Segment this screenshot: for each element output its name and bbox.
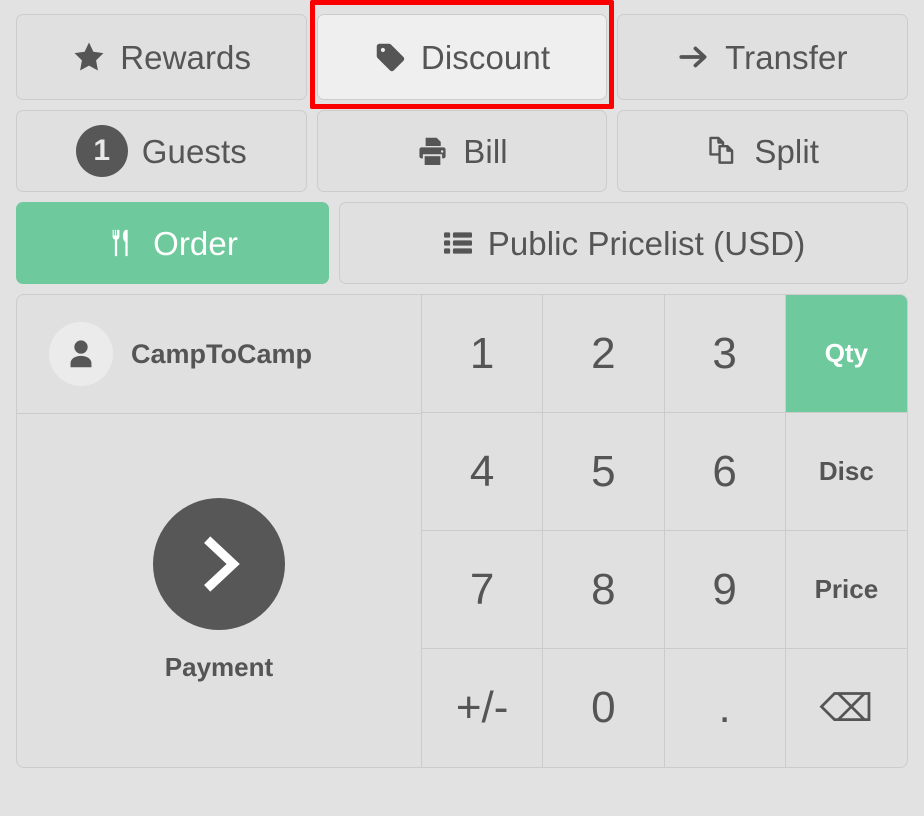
list-icon <box>442 227 474 259</box>
numpad-key-3[interactable]: 3 <box>664 295 786 413</box>
numpad-key-2[interactable]: 2 <box>543 295 665 413</box>
discount-button[interactable]: Discount <box>317 14 607 100</box>
transfer-label: Transfer <box>725 38 848 76</box>
action-row-order: Order Public Pricelist (USD) <box>16 202 908 284</box>
numpad-key-9[interactable]: 9 <box>664 531 786 649</box>
customer-button[interactable]: CampToCamp <box>17 295 421 414</box>
numpad-key-disc[interactable]: Disc <box>785 413 907 531</box>
split-button[interactable]: Split <box>617 110 909 192</box>
tag-icon <box>374 41 407 74</box>
action-row-secondary: 1 Guests Bill Split <box>16 110 909 192</box>
numpad-key-price[interactable]: Price <box>785 531 907 649</box>
rewards-button[interactable]: Rewards <box>16 14 308 100</box>
numpad-key-5[interactable]: 5 <box>543 413 665 531</box>
star-icon <box>72 40 106 74</box>
pricelist-label: Public Pricelist (USD) <box>487 224 806 262</box>
numpad-key-qty[interactable]: Qty <box>785 295 907 413</box>
bill-label: Bill <box>463 132 508 170</box>
numpad-key-4[interactable]: 4 <box>422 413 544 531</box>
copy-pages-icon <box>706 134 740 168</box>
order-actions-panel: CampToCamp Payment 1 2 3 Qty 4 5 6 Disc … <box>16 294 908 768</box>
numpad-key-backspace[interactable]: ⌫ <box>785 649 907 767</box>
transfer-button[interactable]: Transfer <box>616 14 908 100</box>
guests-label: Guests <box>141 132 247 170</box>
numpad-key-7[interactable]: 7 <box>422 531 544 649</box>
discount-highlight-annotation: Discount <box>310 0 614 109</box>
split-label: Split <box>754 132 820 170</box>
pricelist-button[interactable]: Public Pricelist (USD) <box>339 202 908 284</box>
payment-label: Payment <box>164 652 274 682</box>
chevron-right-icon <box>153 498 285 630</box>
guests-button[interactable]: 1 Guests <box>16 110 307 192</box>
order-label: Order <box>153 224 238 262</box>
cutlery-icon <box>107 227 139 259</box>
numpad-key-sign[interactable]: +/- <box>422 649 544 767</box>
numpad-key-1[interactable]: 1 <box>422 295 544 413</box>
guest-count-badge: 1 <box>75 125 128 177</box>
numpad-key-decimal[interactable]: . <box>664 649 786 767</box>
customer-name: CampToCamp <box>131 338 313 369</box>
customer-payment-column: CampToCamp Payment <box>17 295 422 767</box>
numpad-key-8[interactable]: 8 <box>543 531 665 649</box>
arrow-right-icon <box>677 40 711 74</box>
numpad: 1 2 3 Qty 4 5 6 Disc 7 8 9 Price +/- 0 .… <box>422 295 907 767</box>
bill-button[interactable]: Bill <box>316 110 608 192</box>
action-row-primary: Rewards Discount Transfer <box>16 0 908 109</box>
discount-label: Discount <box>420 38 551 76</box>
payment-button[interactable]: Payment <box>17 414 421 767</box>
person-avatar-icon <box>49 322 113 386</box>
rewards-label: Rewards <box>120 38 252 76</box>
numpad-key-6[interactable]: 6 <box>664 413 786 531</box>
printer-icon <box>416 135 449 168</box>
numpad-key-0[interactable]: 0 <box>543 649 665 767</box>
order-button[interactable]: Order <box>16 202 329 284</box>
pos-control-panel: Rewards Discount Transfer 1 Guests Bill … <box>0 0 924 816</box>
